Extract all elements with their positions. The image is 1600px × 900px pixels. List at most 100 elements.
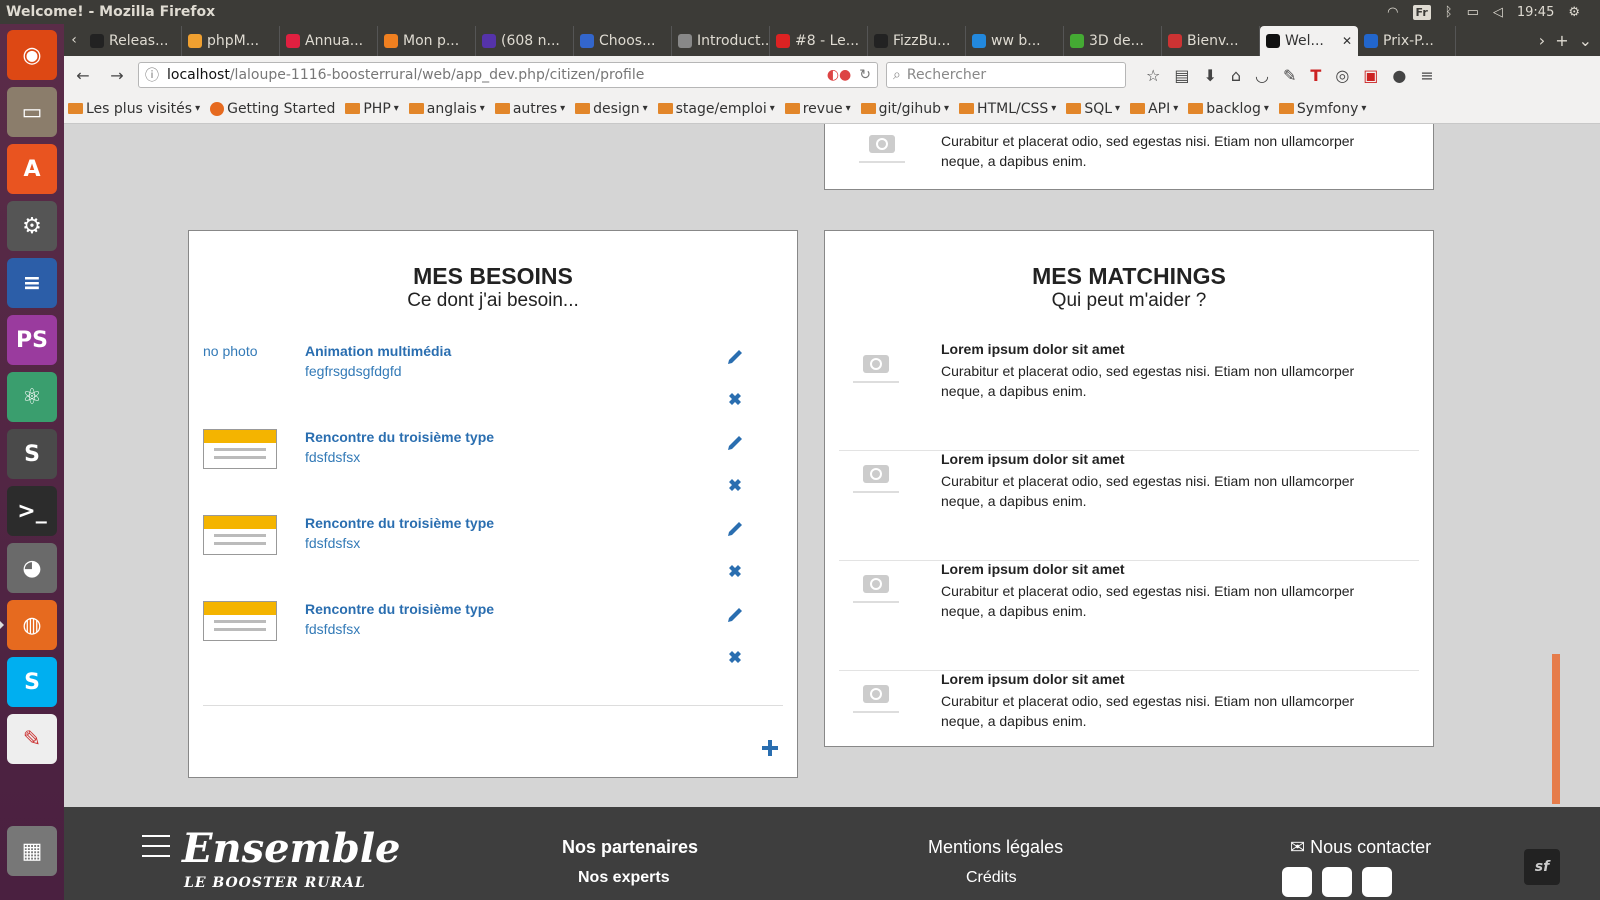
bookmark-item[interactable]: Les plus visités ▾ [68,101,200,117]
launcher-ubuntu-icon[interactable]: ◉ [7,30,57,80]
launcher-files-icon[interactable]: ▭ [7,87,57,137]
bookmark-item[interactable]: git/gihub ▾ [860,101,949,117]
browser-tab[interactable]: Wel... ✕ [1260,26,1358,56]
facebook-icon[interactable] [1282,867,1312,897]
bookmark-item[interactable]: design ▾ [575,101,648,117]
launcher-firefox-icon[interactable]: ◍ [0,600,57,650]
footer-logo[interactable]: Ensemble LE BOOSTER RURAL [142,825,400,891]
pocket-icon[interactable]: ◡ [1255,66,1269,85]
new-tab-icon[interactable]: + [1555,31,1568,50]
power-icon[interactable]: ⚙ [1568,5,1580,20]
delete-x-icon[interactable] [727,477,743,493]
bookmark-item[interactable]: API ▾ [1130,101,1178,117]
launcher-sublime-icon[interactable]: S [7,429,57,479]
matching-row[interactable]: Lorem ipsum dolor sit amet Curabitur et p… [839,341,1419,451]
launcher-terminal-icon[interactable]: >_ [7,486,57,536]
footer-link-partners[interactable]: Nos partenaires [562,837,698,858]
battery-icon[interactable]: ▭ [1467,5,1479,20]
besoin-title[interactable]: Rencontre du troisième type [305,515,494,531]
bookmark-item[interactable]: HTML/CSS ▾ [959,101,1056,117]
browser-tab[interactable]: FizzBu... [868,26,966,56]
bookmark-item[interactable]: stage/emploi ▾ [657,101,775,117]
browser-tab[interactable]: Bienv... [1162,26,1260,56]
reload-icon[interactable]: ↻ [859,67,871,83]
launcher-phpstorm-icon[interactable]: PS [7,315,57,365]
browser-tab[interactable]: phpM... [182,26,280,56]
footer-contact[interactable]: ✉ Nous contacter [1290,837,1431,858]
footer-link-credits[interactable]: Crédits [966,869,1017,887]
window-resizer-icon[interactable]: ▣ [1363,66,1378,85]
launcher-trash-icon[interactable]: ▦ [7,826,57,876]
download-icon[interactable]: ⬇ [1203,66,1216,85]
addon-icons[interactable]: ◐● [827,67,851,83]
besoin-title[interactable]: Rencontre du troisième type [305,429,494,445]
bookmark-item[interactable]: revue ▾ [784,101,851,117]
besoin-title[interactable]: Rencontre du troisième type [305,601,494,617]
bookmark-item[interactable]: autres ▾ [494,101,565,117]
bookmark-item[interactable]: Symfony ▾ [1278,101,1366,117]
color-picker-icon[interactable]: ● [1392,66,1406,85]
bookmark-item[interactable]: Getting Started [210,101,335,117]
volume-icon[interactable]: ◁ [1493,5,1503,20]
bookmark-star-icon[interactable]: ☆ [1146,66,1160,85]
launcher-atom-icon[interactable]: ⚛ [7,372,57,422]
twitter-icon[interactable] [1322,867,1352,897]
browser-tab[interactable]: Mon p... [378,26,476,56]
info-icon[interactable]: ⓘ [145,65,159,85]
all-tabs-icon[interactable]: ⌄ [1579,31,1592,50]
forward-button[interactable]: → [104,62,130,88]
tab-scroll-right-icon[interactable]: › [1539,31,1545,50]
launcher-gimp-icon[interactable]: ◕ [7,543,57,593]
launcher-skype-icon[interactable]: S [7,657,57,707]
launcher-viewer-icon[interactable]: ✎ [7,714,57,764]
edit-pencil-icon[interactable] [725,347,745,367]
instagram-icon[interactable] [1362,867,1392,897]
browser-tab[interactable]: #8 - Le... [770,26,868,56]
tab-scroll-left-icon[interactable]: ‹ [64,24,84,56]
delete-x-icon[interactable] [727,391,743,407]
bookmark-item[interactable]: SQL ▾ [1066,101,1120,117]
url-text[interactable]: localhost/laloupe-1116-boosterrural/web/… [167,67,819,83]
bookmark-item[interactable]: anglais ▾ [408,101,485,117]
add-besoin-icon[interactable] [761,739,779,757]
edit-pencil-icon[interactable] [725,519,745,539]
browser-tab[interactable]: Annua... [280,26,378,56]
edit-pencil-icon[interactable] [725,433,745,453]
footer-link-legal[interactable]: Mentions légales [928,837,1063,858]
menu-icon[interactable]: ≡ [1420,66,1433,85]
matching-row[interactable]: Lorem ipsum dolor sit amet Curabitur et p… [839,451,1419,561]
delete-x-icon[interactable] [727,563,743,579]
clock[interactable]: 19:45 [1517,5,1554,20]
browser-tab[interactable]: ww b... [966,26,1064,56]
back-button[interactable]: ← [70,62,96,88]
launcher-writer-icon[interactable]: ≡ [7,258,57,308]
font-tool-icon[interactable]: T [1310,66,1321,85]
browser-tab[interactable]: 3D de... [1064,26,1162,56]
delete-x-icon[interactable] [727,649,743,665]
web-developer-icon[interactable]: ◎ [1335,66,1349,85]
reading-list-icon[interactable]: ▤ [1174,66,1189,85]
besoin-title[interactable]: Animation multimédia [305,343,451,359]
symfony-toolbar-icon[interactable]: sf [1524,849,1560,885]
browser-tab[interactable]: Prix-P... [1358,26,1456,56]
tab-close-icon[interactable]: ✕ [1342,34,1352,48]
launcher-settings-icon[interactable]: ⚙ [7,201,57,251]
matching-row[interactable]: Lorem ipsum dolor sit amet Curabitur et p… [839,561,1419,671]
footer-link-experts[interactable]: Nos experts [578,869,670,887]
bookmark-item[interactable]: backlog ▾ [1188,101,1269,117]
eyedropper-icon[interactable]: ✎ [1283,66,1296,85]
wifi-icon[interactable]: ◠ [1387,5,1398,20]
launcher-software-center-icon[interactable]: A [7,144,57,194]
browser-tab[interactable]: Choos... [574,26,672,56]
search-input[interactable]: ⌕ Rechercher [886,62,1126,88]
edit-pencil-icon[interactable] [725,605,745,625]
bookmark-item[interactable]: PHP ▾ [345,101,399,117]
matching-row[interactable]: Lorem ipsum dolor sit amet Curabitur et p… [839,671,1419,781]
browser-tab[interactable]: Introduct... [672,26,770,56]
browser-tab[interactable]: Releas... [84,26,182,56]
bluetooth-icon[interactable]: ᛒ [1445,5,1453,20]
url-bar[interactable]: ⓘ localhost/laloupe-1116-boosterrural/we… [138,62,878,88]
keyboard-layout[interactable]: Fr [1412,4,1431,20]
home-icon[interactable]: ⌂ [1231,66,1241,85]
browser-tab[interactable]: (608 n... [476,26,574,56]
